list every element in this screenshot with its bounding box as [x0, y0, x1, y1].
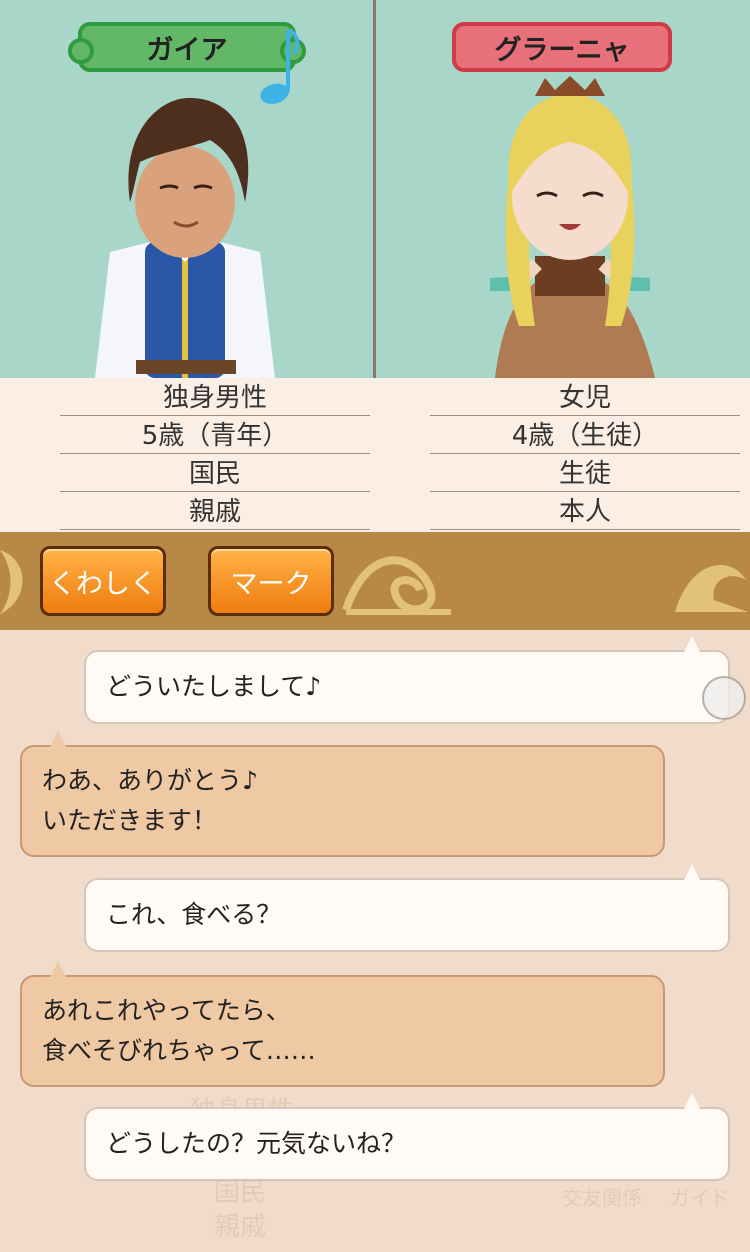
- chat-bubble-3: これ、食べる？: [84, 864, 730, 952]
- right-info-age: 4歳（生徒）: [430, 416, 740, 454]
- chat-line: あれこれやってたら、: [42, 996, 291, 1025]
- mark-button[interactable]: マーク: [208, 546, 334, 616]
- hand-tap-icon: [702, 676, 746, 720]
- chat-line: どういたしまして♪: [106, 672, 322, 701]
- background-text-relation: 親戚: [214, 1212, 267, 1242]
- left-info-age: 5歳（青年）: [60, 416, 370, 454]
- right-info-status: 女児: [430, 378, 740, 416]
- right-character-name: グラーニャ: [494, 34, 630, 66]
- ornament-left-icon: [0, 550, 23, 614]
- chat-line: 食べそびれちゃって……: [42, 1036, 316, 1065]
- left-info-status: 独身男性: [60, 378, 370, 416]
- chat-line: これ、食べる？: [106, 900, 282, 929]
- left-character-avatar[interactable]: [90, 92, 280, 378]
- left-info-column: 独身男性 5歳（青年） 国民 親戚: [60, 378, 370, 530]
- ornament-right-icon: [675, 564, 748, 612]
- background-text-friends: 交友関係: [562, 1186, 642, 1210]
- left-info-role: 国民: [60, 454, 370, 492]
- right-character-nameplate: グラーニャ: [452, 22, 672, 72]
- chat-line: わあ、ありがとう♪: [42, 766, 258, 795]
- right-info-role: 生徒: [430, 454, 740, 492]
- right-character-avatar[interactable]: [455, 76, 685, 378]
- chat-bubble-4: あれこれやってたら、 食べそびれちゃって……: [20, 961, 665, 1087]
- details-button[interactable]: くわしく: [40, 546, 166, 616]
- chat-line: いただきます！: [42, 806, 218, 835]
- right-info-relation: 本人: [430, 492, 740, 530]
- right-info-column: 女児 4歳（生徒） 生徒 本人: [430, 378, 740, 530]
- chat-line: どうしたの？元気ないね？: [106, 1129, 407, 1158]
- chat-bubble-5: どうしたの？元気ないね？: [84, 1093, 730, 1181]
- left-info-relation: 親戚: [60, 492, 370, 530]
- chat-bubble-1: どういたしまして♪: [84, 636, 730, 724]
- background-text-guide: ガイド: [670, 1186, 730, 1210]
- ornament-center-icon: [342, 556, 451, 615]
- left-character-name: ガイア: [146, 34, 228, 66]
- chat-bubble-2: わあ、ありがとう♪ いただきます！: [20, 731, 665, 857]
